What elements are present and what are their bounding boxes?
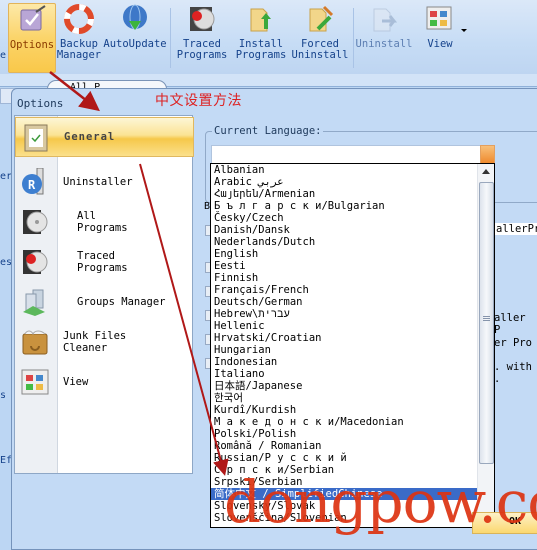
language-option[interactable]: Polski/Polish bbox=[211, 428, 494, 440]
nav-item-uninstaller[interactable]: R Uninstaller bbox=[15, 162, 192, 202]
view-button[interactable]: View bbox=[416, 3, 467, 71]
forced-uninstall-icon bbox=[304, 3, 336, 35]
nav-item-view[interactable]: View bbox=[15, 362, 192, 402]
language-option[interactable]: Б ъ л г а р с к и/Bulgarian bbox=[211, 200, 494, 212]
uninstall-button[interactable]: Uninstall bbox=[356, 3, 412, 71]
nav-item-general[interactable]: General bbox=[15, 117, 194, 157]
language-combobox[interactable] bbox=[211, 145, 483, 164]
options-label: Options bbox=[9, 39, 55, 51]
autoupdate-label: AutoUpdate bbox=[103, 38, 167, 50]
language-option[interactable]: Srpski/Serbian bbox=[211, 476, 494, 488]
nav-label: All Programs bbox=[77, 210, 128, 234]
language-option[interactable]: Česky/Czech bbox=[211, 212, 494, 224]
traced-programs-icon bbox=[21, 248, 49, 276]
traced-programs-label: Traced Programs bbox=[176, 38, 228, 61]
language-option[interactable]: Russian/Р у с с к и й bbox=[211, 452, 494, 464]
view-icon bbox=[21, 368, 49, 396]
traced-programs-button[interactable]: Traced Programs bbox=[175, 3, 229, 71]
language-option[interactable]: Italiano bbox=[211, 368, 494, 380]
install-programs-label: Install Programs bbox=[235, 38, 287, 61]
view-label: View bbox=[427, 38, 453, 50]
language-option[interactable]: Hrvatski/Croatian bbox=[211, 332, 494, 344]
all-programs-icon bbox=[21, 208, 49, 236]
uninstall-icon bbox=[368, 3, 400, 35]
nav-item-all-programs[interactable]: All Programs bbox=[15, 202, 192, 242]
background-side-text: s bbox=[0, 390, 7, 401]
forced-uninstall-label: Forced Uninstall bbox=[291, 38, 349, 61]
language-option[interactable]: 日本語/Japanese bbox=[211, 380, 494, 392]
nav-label: Uninstaller bbox=[63, 176, 133, 188]
nav-item-traced-programs[interactable]: Traced Programs bbox=[15, 242, 192, 282]
ribbon-toolbar: e Options Backup Manager AutoUpdate Trac… bbox=[0, 0, 537, 75]
globe-update-icon bbox=[119, 3, 151, 35]
scroll-up-arrow-icon[interactable] bbox=[482, 169, 490, 174]
language-option[interactable]: Arabic عربي bbox=[211, 176, 494, 188]
language-option[interactable]: Finnish bbox=[211, 272, 494, 284]
install-programs-button[interactable]: Install Programs bbox=[234, 3, 288, 71]
view-icon bbox=[424, 3, 467, 35]
lifebuoy-icon bbox=[63, 3, 95, 35]
options-icon bbox=[16, 4, 48, 36]
backup-manager-label: Backup Manager bbox=[56, 38, 102, 61]
dropdown-scrollbar[interactable] bbox=[477, 164, 494, 527]
background-text: allerPr bbox=[494, 223, 537, 235]
ribbon-separator bbox=[353, 8, 354, 68]
language-option[interactable]: Albanian bbox=[211, 164, 494, 176]
language-option[interactable]: English bbox=[211, 248, 494, 260]
nav-label: Junk Files Cleaner bbox=[63, 330, 127, 354]
options-button[interactable]: Options bbox=[8, 3, 56, 73]
partial-label: e bbox=[0, 50, 7, 61]
traced-programs-icon bbox=[186, 3, 218, 35]
nav-item-junk-files-cleaner[interactable]: Junk Files Cleaner bbox=[15, 322, 192, 362]
language-option[interactable]: Nederlands/Dutch bbox=[211, 236, 494, 248]
scrollbar-thumb[interactable] bbox=[479, 182, 494, 464]
language-option[interactable]: Hellenic bbox=[211, 320, 494, 332]
uninstall-label: Uninstall bbox=[355, 38, 413, 50]
language-option[interactable]: Հայերեն/Armenian bbox=[211, 188, 494, 200]
language-option[interactable]: Hungarian bbox=[211, 344, 494, 356]
language-option[interactable]: Română / Romanian bbox=[211, 440, 494, 452]
groups-manager-icon bbox=[21, 288, 49, 316]
language-option[interactable]: Slovenščina/Slovenian bbox=[211, 512, 494, 524]
language-dropdown-list[interactable]: Albanian Arabic عربي Հայերեն/Armenian Б ъ л… bbox=[210, 163, 495, 528]
junk-files-icon bbox=[21, 328, 49, 356]
nav-item-groups-manager[interactable]: Groups Manager bbox=[15, 282, 192, 322]
language-option[interactable]: Eesti bbox=[211, 260, 494, 272]
language-option[interactable]: Kurdî/Kurdish bbox=[211, 404, 494, 416]
clipboard-check-icon bbox=[22, 123, 50, 152]
nav-label: General bbox=[64, 131, 116, 143]
language-option[interactable]: Français/French bbox=[211, 284, 494, 296]
background-text: . with . bbox=[494, 361, 532, 385]
language-option[interactable]: С р п с к и/Serbian bbox=[211, 464, 494, 476]
ribbon-separator bbox=[170, 8, 171, 68]
language-option[interactable]: М а к е д о н с к и/Macedonian bbox=[211, 416, 494, 428]
options-nav-panel: General R Uninstaller All Programs Trace… bbox=[14, 115, 194, 474]
language-option[interactable]: 한국어 bbox=[211, 392, 494, 404]
uninstaller-icon: R bbox=[21, 167, 49, 196]
dialog-title: Options bbox=[17, 97, 64, 110]
backup-manager-button[interactable]: Backup Manager bbox=[56, 3, 102, 71]
language-option[interactable]: Danish/Dansk bbox=[211, 224, 494, 236]
background-text: er Pro bbox=[494, 337, 532, 349]
current-language-label: Current Language: bbox=[212, 125, 324, 137]
scrollbar-grip-icon bbox=[483, 316, 490, 317]
nav-label: Traced Programs bbox=[77, 250, 128, 274]
nav-label: Groups Manager bbox=[77, 296, 166, 308]
language-dropdown-button[interactable] bbox=[480, 145, 495, 164]
background-text: aller P bbox=[494, 312, 526, 336]
svg-text:R: R bbox=[28, 178, 36, 192]
language-option[interactable]: Slovensky/Slovak bbox=[211, 500, 494, 512]
autoupdate-button[interactable]: AutoUpdate bbox=[103, 3, 167, 71]
language-option[interactable]: Deutsch/German bbox=[211, 296, 494, 308]
language-option[interactable]: Indonesian bbox=[211, 356, 494, 368]
language-options: Albanian Arabic عربي Հայերեն/Armenian Б ъ л… bbox=[211, 164, 494, 524]
chinese-annotation-title: 中文设置方法 bbox=[155, 93, 242, 109]
nav-label: View bbox=[63, 376, 89, 388]
language-option[interactable]: Hebrew\עברית bbox=[211, 308, 494, 320]
install-programs-icon bbox=[245, 3, 277, 35]
chevron-down-icon bbox=[461, 29, 467, 32]
forced-uninstall-button[interactable]: Forced Uninstall bbox=[291, 3, 349, 71]
language-option[interactable]: 简体中文 / SimplifiedChinese bbox=[211, 488, 494, 500]
